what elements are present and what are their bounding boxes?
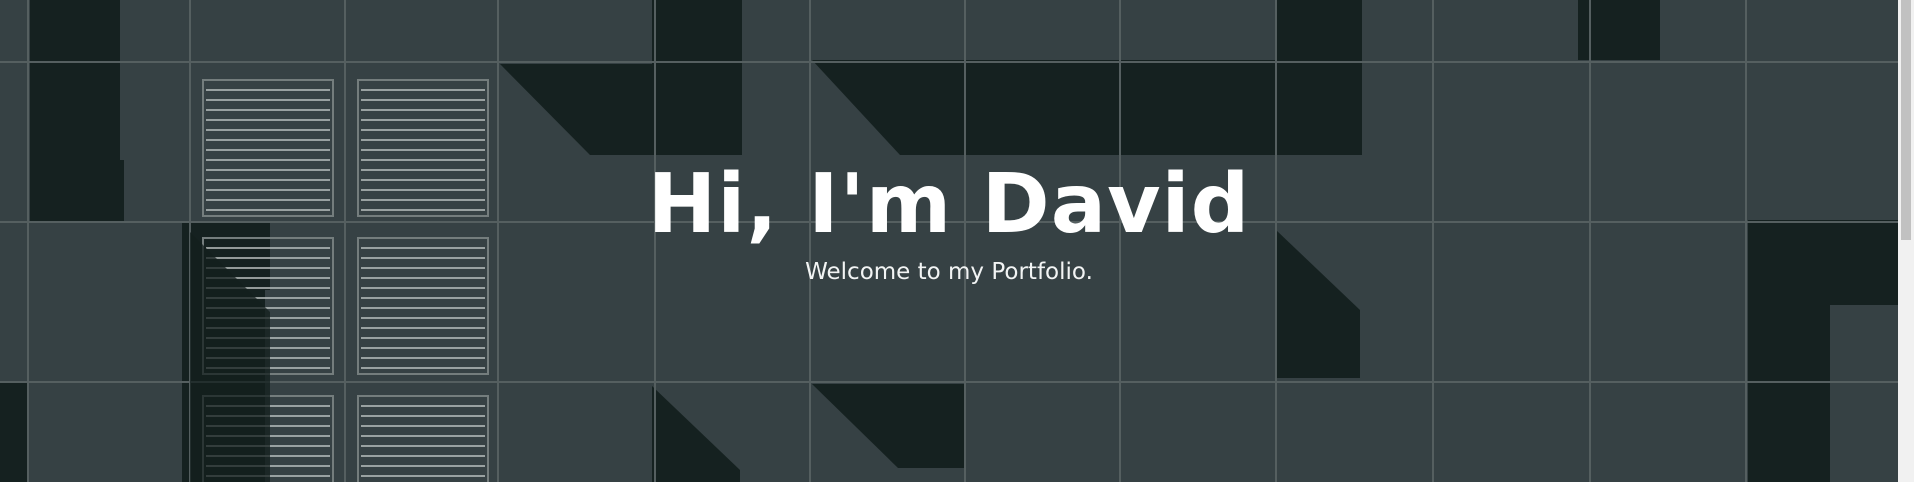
vertical-scrollbar[interactable] (1898, 0, 1914, 482)
hero-content: Hi, I'm David Welcome to my Portfolio. (0, 0, 1898, 482)
hero-title: Hi, I'm David (647, 157, 1251, 252)
hero-subtitle: Welcome to my Portfolio. (805, 259, 1093, 285)
hero-section: Hi, I'm David Welcome to my Portfolio. (0, 0, 1898, 482)
scrollbar-thumb[interactable] (1901, 0, 1911, 240)
